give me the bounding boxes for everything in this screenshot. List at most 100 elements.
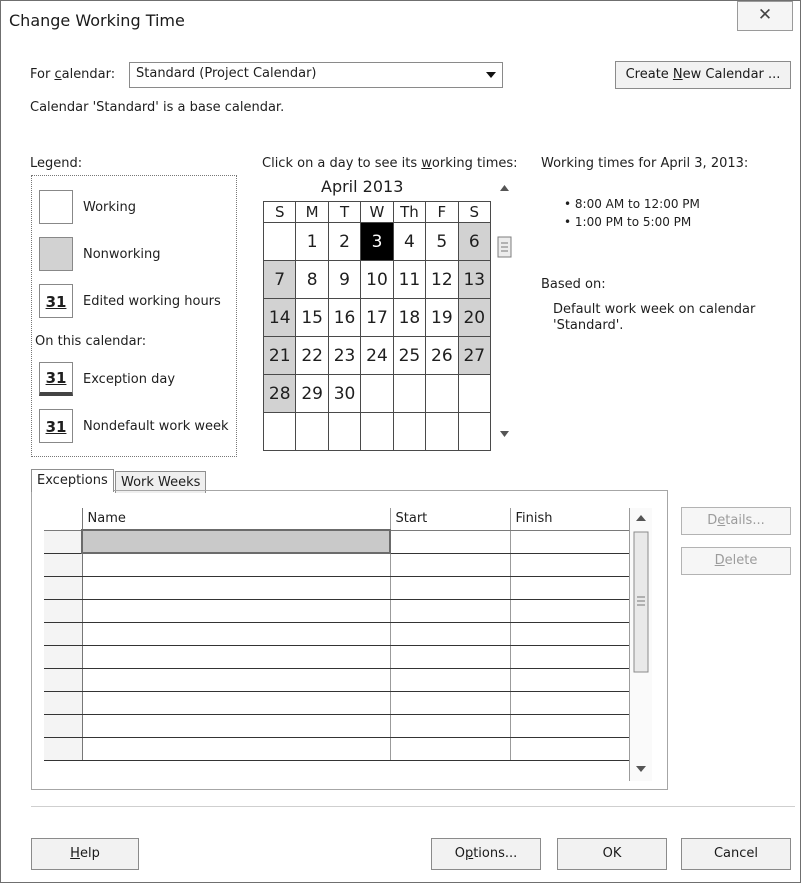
calendar-day[interactable]: 10 — [360, 260, 394, 299]
calendar-day[interactable]: 24 — [360, 336, 394, 375]
name-cell[interactable] — [82, 668, 391, 692]
help-button[interactable]: Help — [31, 838, 139, 870]
calendar-day-nonworking[interactable]: 20 — [457, 298, 492, 337]
calendar-day[interactable]: 22 — [295, 336, 329, 375]
calendar-day-nonworking[interactable]: 28 — [262, 374, 297, 413]
calendar-day[interactable]: 19 — [425, 298, 459, 337]
start-cell[interactable] — [390, 737, 511, 761]
finish-cell[interactable] — [510, 668, 631, 692]
calendar-day[interactable]: 9 — [327, 260, 362, 299]
table-row[interactable] — [44, 576, 631, 600]
calendar-day[interactable]: 15 — [295, 298, 329, 337]
table-row[interactable] — [44, 622, 631, 646]
column-header-start[interactable]: Start — [390, 508, 511, 531]
start-cell[interactable] — [390, 530, 511, 554]
cancel-button[interactable]: Cancel — [681, 838, 791, 870]
row-header[interactable] — [44, 668, 83, 692]
finish-cell[interactable] — [510, 691, 631, 715]
ok-button[interactable]: OK — [557, 838, 667, 870]
details-button[interactable]: Details... — [681, 507, 791, 535]
name-cell[interactable] — [82, 737, 391, 761]
calendar-day[interactable]: 30 — [327, 374, 362, 413]
finish-cell[interactable] — [510, 599, 631, 623]
row-header[interactable] — [44, 714, 83, 738]
table-row[interactable] — [44, 645, 631, 669]
calendar-day[interactable]: 16 — [327, 298, 362, 337]
name-cell[interactable] — [82, 622, 391, 646]
row-header[interactable] — [44, 599, 83, 623]
calendar-day[interactable]: 11 — [392, 260, 427, 299]
calendar-day[interactable]: 2 — [327, 222, 362, 261]
calendar-day[interactable]: 12 — [425, 260, 459, 299]
options-button[interactable]: Options... — [431, 838, 541, 870]
calendar-day-nonworking[interactable]: 14 — [262, 298, 297, 337]
table-row[interactable] — [44, 737, 631, 761]
edited-hours-swatch: 31 — [39, 284, 73, 318]
calendar-day[interactable]: 25 — [392, 336, 427, 375]
finish-cell[interactable] — [510, 576, 631, 600]
calendar-day-nonworking[interactable]: 21 — [262, 336, 297, 375]
start-cell[interactable] — [390, 645, 511, 669]
table-row[interactable] — [44, 691, 631, 715]
calendar-day[interactable]: 26 — [425, 336, 459, 375]
calendar-scrollbar[interactable] — [496, 179, 513, 451]
name-cell[interactable] — [82, 691, 391, 715]
table-row[interactable] — [44, 553, 631, 577]
finish-cell[interactable] — [510, 714, 631, 738]
calendar-day[interactable]: 1 — [295, 222, 329, 261]
create-new-calendar-button[interactable]: Create New Calendar ... — [615, 61, 791, 89]
row-header[interactable] — [44, 737, 83, 761]
table-scrollbar[interactable] — [629, 508, 652, 781]
exception-day-label: Exception day — [83, 372, 176, 387]
calendar-day-empty — [457, 412, 492, 451]
start-cell[interactable] — [390, 668, 511, 692]
start-cell[interactable] — [390, 553, 511, 577]
start-cell[interactable] — [390, 622, 511, 646]
calendar-day[interactable]: 8 — [295, 260, 329, 299]
calendar-day-nonworking[interactable]: 13 — [457, 260, 492, 299]
delete-button[interactable]: Delete — [681, 547, 791, 575]
row-header[interactable] — [44, 576, 83, 600]
calendar-day-selected[interactable]: 3 — [360, 222, 394, 261]
finish-cell[interactable] — [510, 553, 631, 577]
finish-cell[interactable] — [510, 645, 631, 669]
start-cell[interactable] — [390, 714, 511, 738]
row-header[interactable] — [44, 691, 83, 715]
table-row[interactable] — [44, 599, 631, 623]
row-header[interactable] — [44, 645, 83, 669]
calendar-day[interactable]: 29 — [295, 374, 329, 413]
start-cell[interactable] — [390, 576, 511, 600]
row-header[interactable] — [44, 622, 83, 646]
calendar-day[interactable]: 23 — [327, 336, 362, 375]
name-cell[interactable] — [82, 553, 391, 577]
name-cell-active[interactable] — [81, 529, 391, 554]
column-header-name[interactable]: Name — [82, 508, 391, 531]
row-header[interactable] — [44, 530, 83, 554]
calendar-day-empty — [457, 374, 492, 413]
calendar-day[interactable]: 18 — [392, 298, 427, 337]
close-button[interactable]: ✕ — [737, 1, 793, 31]
finish-cell[interactable] — [510, 737, 631, 761]
based-on-text: Default work week on calendar — [553, 302, 756, 317]
start-cell[interactable] — [390, 599, 511, 623]
calendar-day[interactable]: 17 — [360, 298, 394, 337]
name-cell[interactable] — [82, 645, 391, 669]
finish-cell[interactable] — [510, 530, 631, 554]
finish-cell[interactable] — [510, 622, 631, 646]
column-header-finish[interactable]: Finish — [510, 508, 631, 531]
row-header[interactable] — [44, 553, 83, 577]
calendar-day[interactable]: 5 — [425, 222, 459, 261]
name-cell[interactable] — [82, 714, 391, 738]
name-cell[interactable] — [82, 576, 391, 600]
name-cell[interactable] — [82, 599, 391, 623]
start-cell[interactable] — [390, 691, 511, 715]
calendar-select[interactable]: Standard (Project Calendar) — [129, 62, 503, 88]
calendar-day-nonworking[interactable]: 27 — [457, 336, 492, 375]
calendar-day-nonworking[interactable]: 6 — [457, 222, 492, 261]
table-row[interactable] — [44, 529, 631, 554]
table-row[interactable] — [44, 714, 631, 738]
table-row[interactable] — [44, 668, 631, 692]
calendar-day[interactable]: 4 — [392, 222, 427, 261]
calendar-day-nonworking[interactable]: 7 — [262, 260, 297, 299]
tab-exceptions[interactable]: Exceptions — [31, 469, 114, 492]
